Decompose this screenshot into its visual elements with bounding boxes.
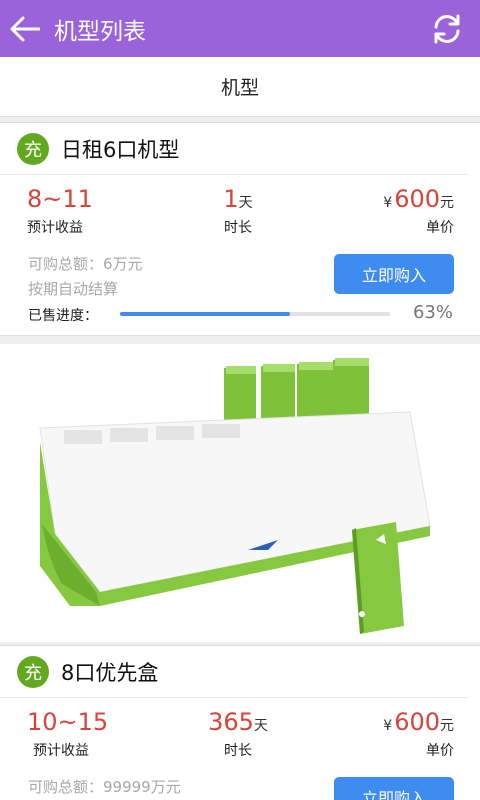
duration-unit: 天 [253,718,268,734]
buy-now-button[interactable]: 立即购入 [334,777,454,800]
earnings-value: 8~11 [27,185,93,213]
progress-percent: 63% [412,302,453,323]
product-image [0,344,480,642]
charging-station-illustration [39,358,431,634]
duration-unit: 天 [238,195,253,211]
product-card[interactable]: 充 8口优先盒 10~15 预计收益 365天 时长 ¥600元 单价 可购总额… [0,645,480,800]
duration-stat: 1天 时长 [198,185,278,237]
earnings-label: 预计收益 [33,743,89,759]
back-button[interactable] [0,0,50,57]
progress-bar [120,312,390,316]
price-value: 600 [394,185,440,213]
card-header: 充 日租6口机型 [0,123,468,175]
refresh-button[interactable] [430,12,464,46]
duration-value: 365 [208,708,254,736]
duration-label: 时长 [224,220,252,236]
earnings-stat: 8~11 预计收益 [27,185,93,237]
earnings-value: 10~15 [27,708,109,736]
duration-stat: 365天 时长 [198,708,278,760]
total-amount: 可购总额：6万元 [28,255,143,273]
charge-badge: 充 [17,655,49,688]
section-header: 机型 [0,57,480,117]
duration-label: 时长 [224,743,252,759]
price-value: 600 [394,708,440,736]
earnings-label: 预计收益 [27,220,83,236]
price-stat: ¥600元 单价 [383,708,454,760]
currency-symbol: ¥ [383,195,393,211]
card-header: 充 8口优先盒 [0,646,468,698]
duration-value: 1 [223,185,239,213]
currency-symbol: ¥ [383,718,393,734]
buy-now-button[interactable]: 立即购入 [334,254,454,294]
section-title: 机型 [220,77,259,99]
price-unit: 元 [440,195,454,211]
page-title: 机型列表 [54,18,146,45]
price-stat: ¥600元 单价 [383,185,454,237]
stats-row: 10~15 预计收益 365天 时长 ¥600元 单价 [0,708,480,768]
arrow-left-icon [10,16,40,41]
price-label: 单价 [426,743,454,759]
earnings-stat: 10~15 预计收益 [27,708,108,760]
product-name: 日租6口机型 [61,137,180,162]
stats-row: 8~11 预计收益 1天 时长 ¥600元 单价 [0,185,480,245]
product-name: 8口优先盒 [61,660,159,685]
price-unit: 元 [440,718,454,734]
settle-note: 按期自动结算 [28,280,119,298]
total-amount: 可购总额：99999万元 [28,778,181,796]
charge-badge: 充 [17,132,49,165]
price-label: 单价 [426,220,454,236]
refresh-icon [434,14,460,44]
top-bar: 机型列表 [0,0,480,57]
progress-fill [120,312,291,316]
progress-label: 已售进度： [28,308,98,324]
product-card[interactable]: 充 日租6口机型 8~11 预计收益 1天 时长 ¥600元 单价 可购总额：6… [0,122,480,336]
